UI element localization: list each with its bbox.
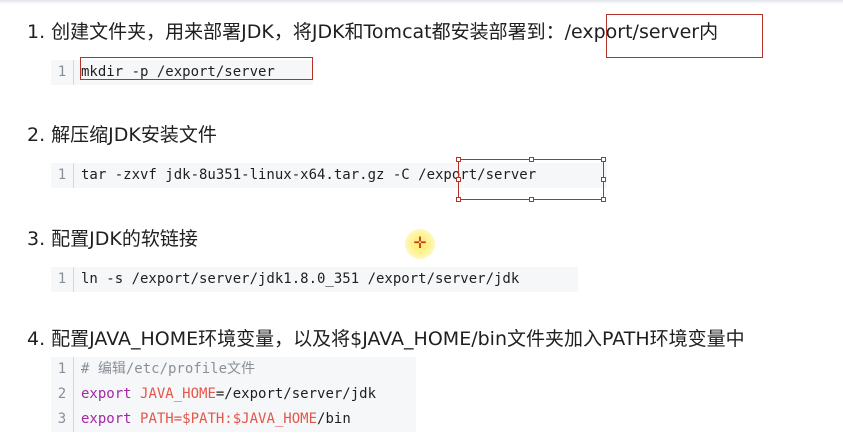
code-text: =/export/server/jdk	[215, 386, 377, 402]
resize-handle[interactable]	[601, 197, 606, 202]
step-3-heading: 3. 配置JDK的软链接	[27, 228, 198, 250]
annotation-box-target-path[interactable]	[456, 157, 606, 202]
resize-handle[interactable]	[456, 157, 461, 162]
code-variable: PATH=$PATH:$JAVA_HOME	[140, 411, 318, 427]
code-keyword: export	[81, 411, 132, 427]
window-top-edge	[0, 0, 843, 4]
resize-handle[interactable]	[456, 177, 461, 182]
code-keyword: export	[81, 386, 132, 402]
step-4-code-block[interactable]: 1 # 编辑/etc/profile文件 2 export JAVA_HOME =…	[51, 357, 416, 432]
annotation-box-export-server	[606, 14, 763, 58]
step-3-code-block[interactable]: 1 ln -s /export/server/jdk1.8.0_351 /exp…	[51, 267, 578, 292]
step-2-heading: 2. 解压缩JDK安装文件	[27, 124, 217, 146]
resize-handle[interactable]	[456, 197, 461, 202]
annotation-box-mkdir	[80, 57, 313, 80]
code-variable: JAVA_HOME	[140, 386, 216, 402]
step-4-heading: 4. 配置JAVA_HOME环境变量，以及将$JAVA_HOME/bin文件夹加…	[27, 328, 745, 350]
code-text: ln -s /export/server/jdk1.8.0_351 /expor…	[81, 271, 520, 287]
code-comment: # 编辑/etc/profile文件	[81, 361, 256, 377]
line-number: 3	[51, 407, 74, 432]
line-number: 1	[51, 357, 74, 382]
crosshair-cursor-icon: ✛	[413, 233, 427, 252]
code-line: 1 ln -s /export/server/jdk1.8.0_351 /exp…	[51, 267, 578, 292]
code-line: 1 # 编辑/etc/profile文件	[51, 357, 416, 382]
code-line: 3 export PATH=$PATH:$JAVA_HOME/bin	[51, 407, 416, 432]
line-number: 2	[51, 382, 74, 407]
line-number: 1	[51, 267, 74, 292]
code-text: /bin	[317, 411, 351, 427]
resize-handle[interactable]	[529, 197, 534, 202]
code-line: 2 export JAVA_HOME =/export/server/jdk	[51, 382, 416, 407]
resize-handle[interactable]	[529, 157, 534, 162]
line-number: 1	[51, 163, 74, 188]
resize-handle[interactable]	[601, 157, 606, 162]
resize-handle[interactable]	[601, 177, 606, 182]
line-number: 1	[51, 60, 74, 85]
